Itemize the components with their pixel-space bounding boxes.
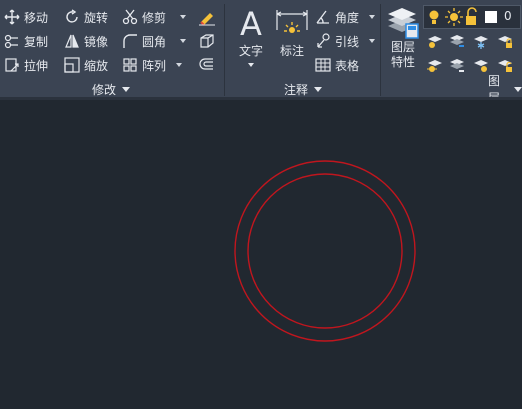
- move-icon: [4, 9, 20, 25]
- mirror-label: 镜像: [84, 34, 109, 49]
- stretch-tool[interactable]: 拉伸: [4, 55, 48, 75]
- stretch-icon: [4, 57, 20, 73]
- modify-expand-icon: [122, 86, 131, 92]
- layers-expand-icon: [514, 86, 522, 92]
- ribbon: 移动 旋转 修剪 复制 镜像 圆角 拉伸 缩放 阵列 修改 A 文字 标注 角度…: [0, 0, 522, 105]
- scissors-icon: [122, 9, 138, 25]
- array-icon: [122, 57, 138, 73]
- angle-tool[interactable]: 角度: [315, 7, 359, 27]
- explode-icon[interactable]: [198, 32, 216, 50]
- panel-separator: [380, 4, 381, 96]
- annotation-expand-icon: [314, 86, 323, 92]
- layer-properties-tool[interactable]: 图层 特性: [384, 6, 422, 70]
- array-tool[interactable]: 阵列: [122, 55, 166, 75]
- modify-panel-title[interactable]: 修改: [92, 80, 131, 98]
- layer-stack-icon: [386, 6, 420, 40]
- rotate-label: 旋转: [84, 10, 109, 25]
- annotation-title-label: 注释: [284, 82, 309, 97]
- mirror-tool[interactable]: 镜像: [64, 31, 108, 51]
- copy-label: 复制: [24, 34, 49, 49]
- current-layer-name: 0: [504, 9, 512, 23]
- angle-label: 角度: [335, 10, 360, 25]
- dimension-label: 标注: [279, 44, 304, 58]
- array-dropdown-icon[interactable]: [176, 63, 182, 67]
- move-label: 移动: [24, 10, 49, 25]
- leader-icon: [315, 33, 331, 49]
- layer-match-icon[interactable]: [448, 56, 466, 74]
- scale-tool[interactable]: 缩放: [64, 55, 108, 75]
- text-label: 文字: [238, 44, 263, 58]
- mirror-icon: [64, 33, 80, 49]
- layer-off-icon[interactable]: [426, 32, 444, 50]
- layer-on-icon[interactable]: [426, 56, 444, 74]
- text-icon: A: [240, 5, 262, 43]
- layer-properties-label: 图层 特性: [390, 40, 415, 69]
- fillet-icon: [122, 33, 138, 49]
- annotation-panel-title[interactable]: 注释: [284, 80, 323, 98]
- text-dropdown-icon: [248, 63, 254, 67]
- scale-label: 缩放: [84, 58, 109, 73]
- panel-separator: [224, 4, 225, 96]
- drawing-area: [234, 160, 416, 342]
- inner-circle[interactable]: [247, 173, 403, 329]
- trim-tool[interactable]: 修剪: [122, 7, 166, 27]
- fillet-dropdown-icon[interactable]: [180, 39, 186, 43]
- drawing-canvas[interactable]: [0, 100, 522, 405]
- offset-icon[interactable]: [198, 56, 216, 74]
- layer-lock-icon[interactable]: [496, 32, 514, 50]
- rotate-icon: [64, 9, 80, 25]
- text-tool[interactable]: A 文字: [233, 6, 269, 67]
- angle-icon: [315, 9, 331, 25]
- leader-tool[interactable]: 引线: [315, 31, 359, 51]
- copy-tool[interactable]: 复制: [4, 31, 48, 51]
- layer-freeze-icon[interactable]: [472, 32, 490, 50]
- erase-icon[interactable]: [198, 8, 216, 26]
- fillet-label: 圆角: [142, 34, 167, 49]
- layer-dropdown[interactable]: 0: [423, 5, 521, 29]
- copy-icon: [4, 33, 20, 49]
- trim-label: 修剪: [142, 10, 167, 25]
- dimension-tool[interactable]: 标注: [274, 6, 310, 59]
- scale-icon: [64, 57, 80, 73]
- rotate-tool[interactable]: 旋转: [64, 7, 108, 27]
- outer-circle[interactable]: [234, 160, 416, 342]
- layer-isolate-icon[interactable]: [448, 32, 466, 50]
- stretch-label: 拉伸: [24, 58, 49, 73]
- layers-panel-title[interactable]: 图层: [488, 74, 522, 105]
- modify-title-label: 修改: [92, 82, 117, 97]
- move-tool[interactable]: 移动: [4, 7, 48, 27]
- trim-dropdown-icon[interactable]: [180, 15, 186, 19]
- dimension-icon: [275, 6, 309, 42]
- array-label: 阵列: [142, 58, 167, 73]
- table-tool[interactable]: 表格: [315, 55, 359, 75]
- fillet-tool[interactable]: 圆角: [122, 31, 166, 51]
- table-label: 表格: [335, 58, 360, 73]
- table-icon: [315, 57, 331, 73]
- leader-dropdown-icon[interactable]: [369, 39, 375, 43]
- angle-dropdown-icon[interactable]: [369, 15, 375, 19]
- leader-label: 引线: [335, 34, 360, 49]
